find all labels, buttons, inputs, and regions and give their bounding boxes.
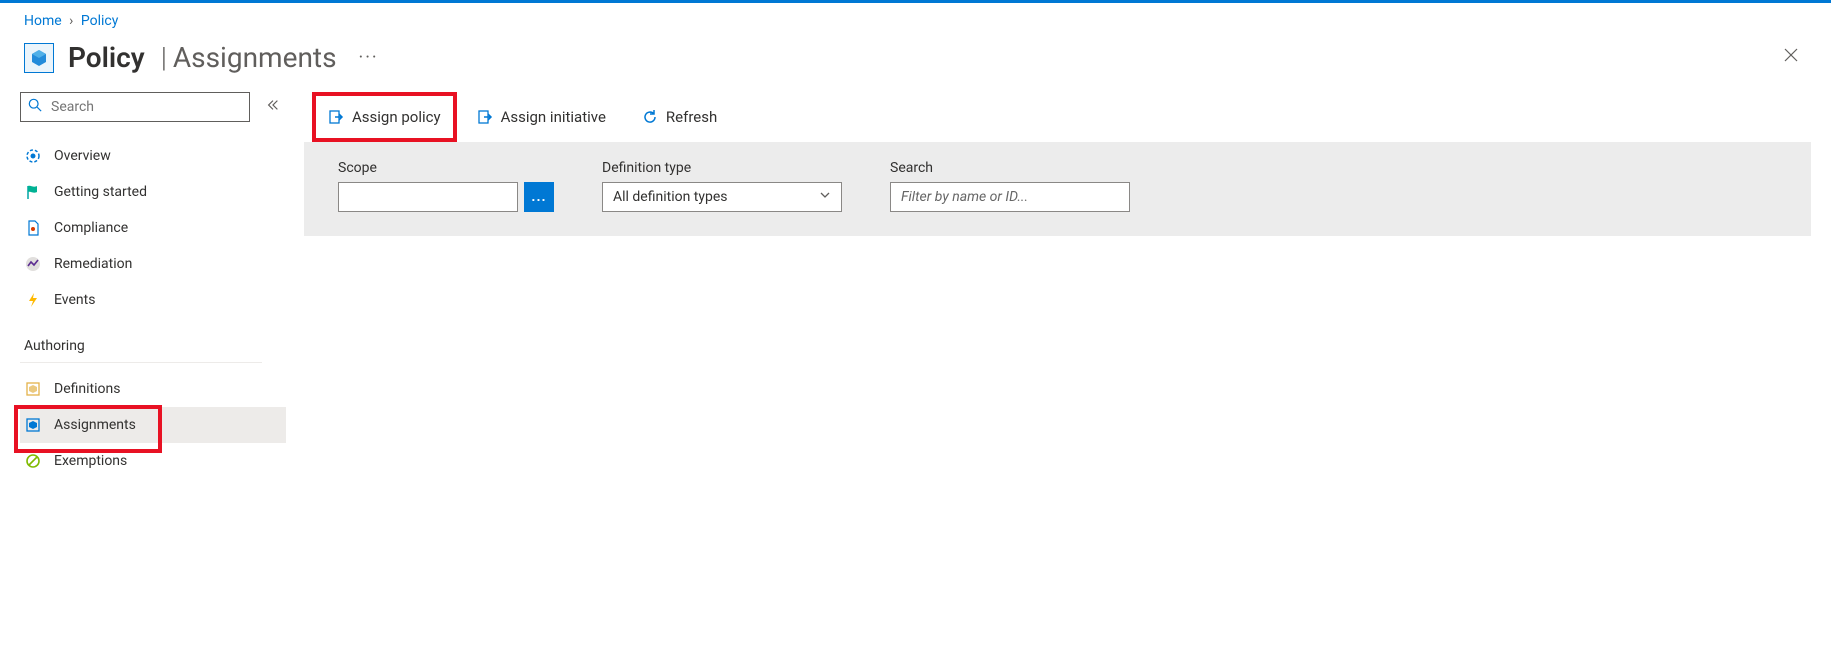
toolbar-label: Assign policy xyxy=(352,108,441,126)
filter-bar: Scope ... Definition type All definition… xyxy=(304,142,1811,236)
lightning-icon xyxy=(24,291,42,309)
sidebar: Overview Getting started Compliance Reme… xyxy=(0,92,286,479)
sidebar-item-overview[interactable]: Overview xyxy=(20,138,286,174)
toolbar-label: Assign initiative xyxy=(501,108,606,126)
sidebar-item-label: Compliance xyxy=(54,220,128,236)
sidebar-section-authoring: Authoring xyxy=(20,318,262,363)
sidebar-item-label: Getting started xyxy=(54,184,147,200)
breadcrumb-home[interactable]: Home xyxy=(24,13,62,29)
filter-scope: Scope ... xyxy=(338,160,554,212)
breadcrumb: Home › Policy xyxy=(0,3,1831,37)
sidebar-item-getting-started[interactable]: Getting started xyxy=(20,174,286,210)
filter-search-input[interactable] xyxy=(890,182,1130,212)
refresh-button[interactable]: Refresh xyxy=(630,102,729,132)
sidebar-item-label: Exemptions xyxy=(54,453,127,469)
sidebar-item-definitions[interactable]: Definitions xyxy=(20,371,286,407)
page-header: Policy | Assignments ··· xyxy=(0,37,1831,92)
exemptions-icon xyxy=(24,452,42,470)
more-button[interactable]: ··· xyxy=(359,47,379,68)
sidebar-item-label: Events xyxy=(54,292,95,308)
sidebar-item-remediation[interactable]: Remediation xyxy=(20,246,286,282)
sidebar-item-exemptions[interactable]: Exemptions xyxy=(20,443,286,479)
scope-input[interactable] xyxy=(338,182,518,212)
flag-icon xyxy=(24,183,42,201)
toolbar: Assign policy Assign initiative Refresh xyxy=(304,92,1831,142)
sidebar-search-input[interactable] xyxy=(20,92,250,122)
assignments-icon xyxy=(24,416,42,434)
main-content: Assign policy Assign initiative Refresh … xyxy=(286,92,1831,236)
assign-initiative-button[interactable]: Assign initiative xyxy=(465,102,618,132)
definition-type-label: Definition type xyxy=(602,160,842,176)
chevron-down-icon xyxy=(819,189,831,205)
filter-definition-type: Definition type All definition types xyxy=(602,160,842,212)
sidebar-item-events[interactable]: Events xyxy=(20,282,286,318)
title-divider: | xyxy=(161,41,167,74)
sidebar-item-label: Overview xyxy=(54,148,111,164)
assign-icon xyxy=(328,109,344,125)
assign-policy-button[interactable]: Assign policy xyxy=(316,102,453,132)
policy-icon xyxy=(24,43,54,73)
sidebar-item-assignments[interactable]: Assignments xyxy=(20,407,286,443)
page-title: Policy xyxy=(68,41,145,74)
scope-label: Scope xyxy=(338,160,554,176)
refresh-icon xyxy=(642,109,658,125)
filter-search: Search xyxy=(890,160,1130,212)
close-icon xyxy=(1783,47,1799,63)
collapse-sidebar-button[interactable] xyxy=(262,94,284,120)
definitions-icon xyxy=(24,380,42,398)
search-label: Search xyxy=(890,160,1130,176)
sidebar-item-label: Definitions xyxy=(54,381,120,397)
overview-icon xyxy=(24,147,42,165)
breadcrumb-current[interactable]: Policy xyxy=(81,13,119,29)
toolbar-label: Refresh xyxy=(666,108,717,126)
search-icon xyxy=(28,98,42,116)
definition-type-value: All definition types xyxy=(613,189,728,205)
scope-browse-button[interactable]: ... xyxy=(524,182,554,212)
page-subtitle: Assignments xyxy=(173,41,337,74)
breadcrumb-separator: › xyxy=(69,13,73,29)
sidebar-item-label: Assignments xyxy=(54,417,136,433)
assign-icon xyxy=(477,109,493,125)
sidebar-item-compliance[interactable]: Compliance xyxy=(20,210,286,246)
close-button[interactable] xyxy=(1777,41,1805,74)
sidebar-item-label: Remediation xyxy=(54,256,132,272)
document-icon xyxy=(24,219,42,237)
remediation-icon xyxy=(24,255,42,273)
definition-type-select[interactable]: All definition types xyxy=(602,182,842,212)
sidebar-search[interactable] xyxy=(20,92,250,122)
chevron-double-left-icon xyxy=(266,98,280,112)
